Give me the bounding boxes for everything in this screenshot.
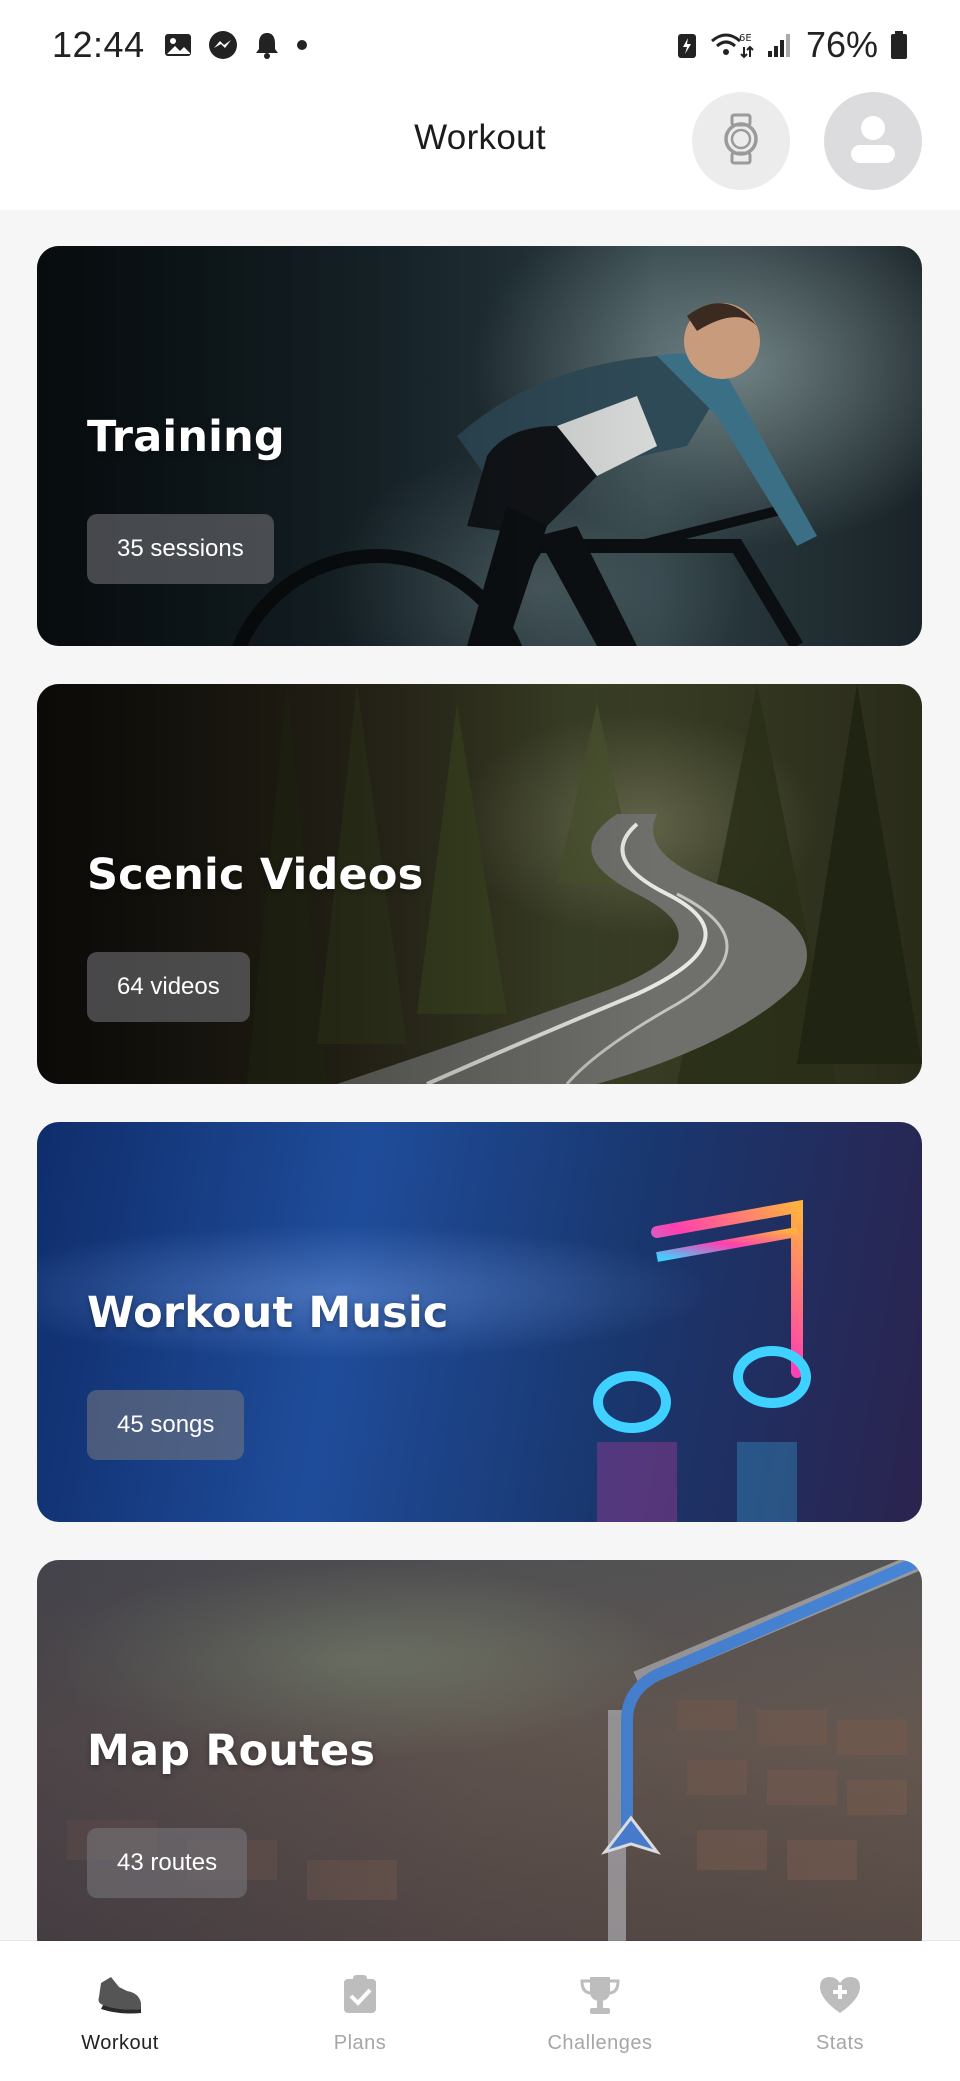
scenic-videos-title: Scenic Videos xyxy=(87,850,424,900)
status-time: 12:44 xyxy=(52,24,145,65)
notification-bell-icon xyxy=(253,30,281,60)
nav-label-stats: Stats xyxy=(815,2032,865,2054)
nav-label-challenges: Challenges xyxy=(547,2032,653,2054)
workout-music-count-badge: 45 songs xyxy=(87,1390,245,1460)
profile-button[interactable] xyxy=(824,92,922,190)
battery-percent: 76% xyxy=(805,24,878,65)
nav-label-workout: Workout xyxy=(81,2032,159,2054)
status-right: 6E 76% xyxy=(676,24,908,66)
watch-button[interactable] xyxy=(692,92,790,190)
bottom-nav: Workout Plans Challenges Stats xyxy=(0,1941,960,2081)
nav-label-plans: Plans xyxy=(333,2032,387,2054)
category-cards: Training 35 sessions Scenic Videos 64 vi… xyxy=(37,246,922,1998)
dot-icon xyxy=(295,38,309,52)
nav-tab-workout[interactable]: Workout xyxy=(0,1941,240,2081)
trophy-icon xyxy=(578,1973,622,2022)
status-bar: 12:44 6E 76% xyxy=(0,0,960,90)
app-header: Workout xyxy=(0,90,960,210)
workout-music-card[interactable]: Workout Music 45 songs xyxy=(37,1122,922,1522)
sneaker-icon xyxy=(95,1973,145,2022)
heart-plus-icon xyxy=(816,1973,864,2022)
battery-icon xyxy=(890,30,908,60)
training-card[interactable]: Training 35 sessions xyxy=(37,246,922,646)
page-title: Workout xyxy=(414,118,546,157)
map-routes-card[interactable]: Map Routes 43 routes xyxy=(37,1560,922,1960)
smartwatch-icon xyxy=(719,113,763,170)
training-title: Training xyxy=(87,412,285,462)
scenic-videos-count-badge: 64 videos xyxy=(87,952,250,1022)
clipboard-check-icon xyxy=(338,1973,382,2022)
map-routes-title: Map Routes xyxy=(87,1726,376,1776)
status-left-icons xyxy=(163,29,309,61)
scenic-videos-card[interactable]: Scenic Videos 64 videos xyxy=(37,684,922,1084)
gallery-icon xyxy=(163,30,193,60)
battery-saver-icon xyxy=(676,30,698,60)
training-count-badge: 35 sessions xyxy=(87,514,274,584)
workout-music-title: Workout Music xyxy=(87,1288,449,1338)
nav-tab-stats[interactable]: Stats xyxy=(720,1941,960,2081)
messenger-icon xyxy=(207,29,239,61)
nav-tab-plans[interactable]: Plans xyxy=(240,1941,480,2081)
wifi-6e-icon: 6E xyxy=(710,29,754,61)
svg-text:6E: 6E xyxy=(739,33,752,44)
nav-tab-challenges[interactable]: Challenges xyxy=(480,1941,720,2081)
map-routes-count-badge: 43 routes xyxy=(87,1828,248,1898)
user-avatar-icon xyxy=(848,112,898,171)
signal-icon xyxy=(766,31,794,59)
